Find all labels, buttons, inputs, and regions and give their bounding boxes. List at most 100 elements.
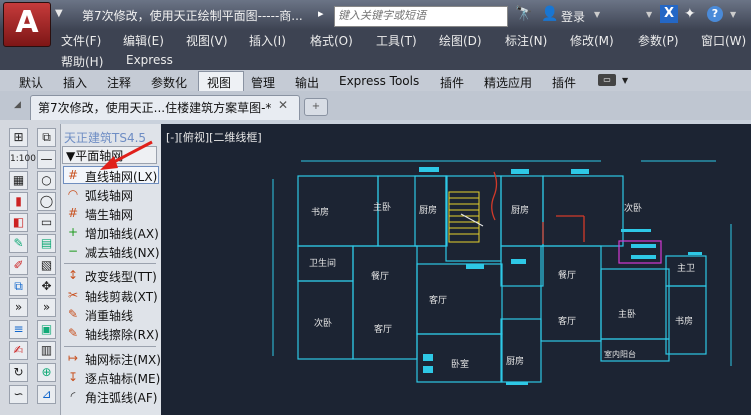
menu-express[interactable]: Express	[126, 53, 173, 67]
palette-item[interactable]: 轴线擦除(RX)	[85, 326, 159, 343]
room-label: 主卧	[618, 308, 636, 320]
menu-format[interactable]: 格式(O)	[310, 32, 353, 49]
floor-plan-drawing: 书房 主卧 厨房 厨房 次卧 卫生间 餐厅 餐厅 主卫 客厅 客厅 次卧 客厅 …	[272, 160, 732, 385]
close-tab-icon[interactable]: ✕	[278, 98, 288, 112]
ribbon-tab-plugins-2[interactable]: 插件	[552, 74, 576, 91]
ribbon-tab-express-tools[interactable]: Express Tools	[339, 74, 419, 88]
room-label: 餐厅	[371, 270, 389, 282]
tool-scale-icon[interactable]: 1:100	[9, 150, 36, 169]
user-icon[interactable]: 👤	[541, 6, 558, 22]
ribbon-tab-default[interactable]: 默认	[19, 74, 43, 91]
tool-grid-icon[interactable]: ▦	[9, 171, 28, 190]
palette-item-icon: +	[67, 225, 79, 239]
ribbon-tab-output[interactable]: 输出	[295, 74, 319, 91]
tool-wall-icon[interactable]: ▮	[9, 192, 28, 211]
palette-separator	[64, 263, 156, 264]
tool-more-2-icon[interactable]: »	[37, 298, 56, 317]
favorites-icon[interactable]: ✦	[684, 6, 696, 22]
ribbon-tab-featured-apps[interactable]: 精选应用	[484, 74, 532, 91]
tool-align-icon[interactable]: ≡	[9, 320, 28, 339]
room-label: 卫生间	[309, 257, 336, 269]
tool-hatch-icon[interactable]: ▧	[37, 256, 56, 275]
login-label[interactable]: 登录	[561, 8, 585, 25]
ribbon-tab-insert[interactable]: 插入	[63, 74, 87, 91]
viewport-label[interactable]: [-][俯视][二维线框]	[166, 129, 262, 145]
tool-paint-icon[interactable]: ✎	[9, 234, 28, 253]
palette-item[interactable]: 减去轴线(NX)	[85, 244, 160, 261]
tool-more-icon[interactable]: »	[9, 298, 28, 317]
tool-move-icon[interactable]: ✥	[37, 277, 56, 296]
room-label: 厨房	[506, 355, 524, 367]
menu-file[interactable]: 文件(F)	[61, 32, 101, 49]
ribbon-options-dropdown-icon[interactable]: ▼	[622, 76, 628, 85]
wall-outlines	[297, 175, 707, 383]
ribbon-minimize-icon[interactable]: ▭	[598, 74, 616, 86]
menu-parametric[interactable]: 参数(P)	[638, 32, 679, 49]
menu-tools[interactable]: 工具(T)	[376, 32, 417, 49]
palette-item[interactable]: 消重轴线	[85, 307, 133, 324]
ribbon-tab-view[interactable]: 视图	[207, 74, 231, 91]
help-dropdown-icon[interactable]: ▼	[730, 10, 736, 19]
palette-item-icon: −	[67, 244, 79, 258]
ribbon-tab-plugins[interactable]: 插件	[440, 74, 464, 91]
tool-pen-icon[interactable]: ✐	[9, 256, 28, 275]
tool-rect-icon[interactable]: ▭	[37, 213, 56, 232]
ribbon-tab-parametric[interactable]: 参数化	[151, 74, 187, 91]
tool-measure-icon[interactable]: ⊿	[37, 385, 56, 404]
tool-lasso-icon[interactable]: ↻	[9, 363, 28, 382]
palette-item[interactable]: 角注弧线(AF)	[85, 389, 157, 406]
title-expand-icon[interactable]: ▸	[318, 7, 324, 20]
tab-list-icon[interactable]: ◢	[14, 100, 21, 110]
menu-edit[interactable]: 编辑(E)	[123, 32, 164, 49]
login-dropdown-icon[interactable]: ▼	[594, 10, 600, 19]
menu-draw[interactable]: 绘图(D)	[439, 32, 482, 49]
search-field[interactable]	[334, 6, 509, 27]
tool-block-icon[interactable]: ▣	[37, 320, 56, 339]
palette-item-icon: ✎	[67, 307, 79, 321]
room-label: 客厅	[558, 315, 576, 327]
menu-insert[interactable]: 插入(I)	[249, 32, 286, 49]
tool-copy-icon[interactable]: ⧉	[37, 128, 56, 147]
palette-item[interactable]: 逐点轴标(ME)	[85, 370, 160, 387]
palette-item[interactable]: 轴线剪裁(XT)	[85, 288, 158, 305]
room-label: 次卧	[624, 202, 642, 214]
help-icon[interactable]: ?	[707, 6, 723, 22]
room-label: 客厅	[374, 323, 392, 335]
tool-brush-icon[interactable]: ✍	[9, 341, 28, 360]
tool-insert-icon[interactable]: ⊕	[37, 363, 56, 382]
ribbon-tab-manage[interactable]: 管理	[251, 74, 275, 91]
new-tab-button[interactable]: +	[304, 98, 328, 116]
search-input[interactable]	[335, 7, 509, 24]
exchange-dropdown-icon[interactable]: ▼	[646, 10, 652, 19]
room-label: 主卧	[373, 201, 391, 213]
tool-sheet-icon[interactable]: ▥	[37, 341, 56, 360]
palette-item[interactable]: 改变线型(TT)	[85, 268, 157, 285]
menu-window[interactable]: 窗口(W)	[701, 32, 746, 49]
palette-item[interactable]: 轴网标注(MX)	[85, 351, 161, 368]
tool-circle-icon[interactable]: ○	[37, 171, 56, 190]
palette-item[interactable]: 增加轴线(AX)	[85, 225, 159, 242]
drawing-canvas[interactable]: 书房 主卧 厨房 厨房 次卧 卫生间 餐厅 餐厅 主卫 客厅 客厅 次卧 客厅 …	[161, 124, 751, 415]
quick-access-dropdown-icon[interactable]: ▼	[55, 8, 63, 19]
palette-item[interactable]: 弧线轴网	[85, 187, 133, 204]
tool-table-icon[interactable]: ▤	[37, 234, 56, 253]
room-label: 厨房	[511, 204, 529, 216]
menu-view[interactable]: 视图(V)	[186, 32, 228, 49]
application-menu-button[interactable]: A	[3, 2, 51, 47]
tool-door-icon[interactable]: ◧	[9, 213, 28, 232]
tool-ellipse-icon[interactable]: ◯	[37, 192, 56, 211]
tool-curve-icon[interactable]: ∽	[9, 385, 28, 404]
tool-layer-icon[interactable]: ⧉	[9, 277, 28, 296]
palette-item-icon: ◜	[70, 389, 76, 403]
menu-modify[interactable]: 修改(M)	[570, 32, 614, 49]
document-tab-label[interactable]: 第7次修改，使用天正...住楼建筑方案草图-*	[38, 99, 271, 116]
tool-line-icon[interactable]: —	[37, 150, 56, 169]
binoculars-icon[interactable]: 🔭	[515, 6, 532, 22]
tool-axis-icon[interactable]: ⊞	[9, 128, 28, 147]
exchange-apps-icon[interactable]: X	[660, 5, 678, 23]
menu-dimension[interactable]: 标注(N)	[505, 32, 547, 49]
palette-item-icon: #	[67, 206, 79, 220]
palette-item[interactable]: 墙生轴网	[85, 206, 133, 223]
ribbon-tab-annotate[interactable]: 注释	[107, 74, 131, 91]
menu-help[interactable]: 帮助(H)	[61, 53, 103, 70]
